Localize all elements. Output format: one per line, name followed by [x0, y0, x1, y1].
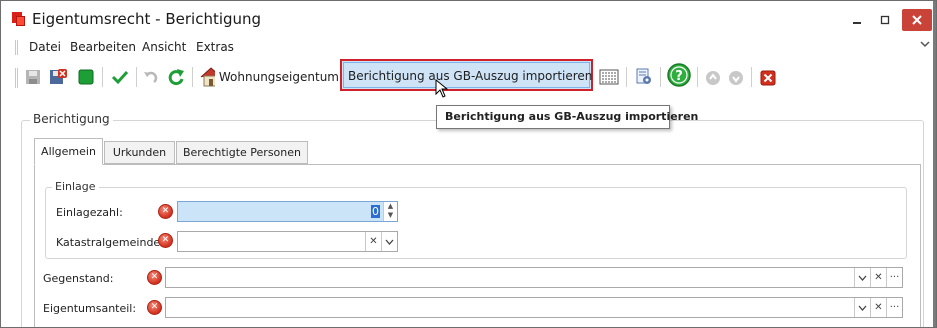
help-icon: ? — [667, 63, 691, 87]
minimize-icon — [853, 22, 861, 24]
ellipsis-icon[interactable]: ··· — [886, 268, 902, 287]
clear-icon[interactable]: ✕ — [870, 268, 886, 287]
red-cross-icon — [760, 70, 776, 86]
error-icon: ✕ — [158, 204, 173, 219]
einlagezahl-label: Einlagezahl: — [56, 206, 123, 219]
help-button[interactable]: ? — [667, 63, 691, 87]
save-disabled-button[interactable] — [25, 66, 41, 88]
mouse-cursor-icon — [435, 79, 449, 98]
einlagezahl-spinner[interactable]: ▲ ▼ — [383, 202, 397, 221]
group-title: Berichtigung — [30, 112, 113, 126]
maximize-button[interactable] — [875, 9, 895, 31]
tab-allgemein[interactable]: Allgemein — [34, 138, 103, 165]
maximize-icon — [880, 15, 890, 25]
katastralgemeinde-combobox[interactable]: ✕ — [177, 231, 398, 252]
undo-icon — [144, 71, 158, 83]
wohnungseigentum-label: Wohnungseigentum — [218, 70, 339, 84]
title-bar: Eigentumsrecht - Berichtigung — [1, 1, 936, 37]
app-icon — [12, 12, 25, 26]
gegenstand-combobox[interactable]: ✕ ··· — [165, 267, 903, 288]
katastralgemeinde-label: Katastralgemeinde: — [56, 236, 164, 249]
refresh-button[interactable] — [166, 66, 186, 88]
refresh-icon — [168, 69, 184, 86]
einlage-group — [45, 187, 907, 259]
menubar-grip — [15, 40, 18, 55]
cancel-button[interactable] — [759, 67, 777, 89]
move-up-button[interactable] — [704, 67, 722, 89]
ellipsis-icon[interactable]: ··· — [886, 298, 902, 317]
window-title: Eigentumsrecht - Berichtigung — [32, 10, 262, 28]
einlagezahl-value: 0 — [371, 205, 380, 218]
menu-ansicht[interactable]: Ansicht — [142, 40, 186, 54]
gegenstand-label: Gegenstand: — [43, 272, 114, 285]
document-view-icon — [636, 68, 651, 84]
minimize-button[interactable] — [847, 9, 867, 31]
close-button[interactable] — [902, 9, 932, 31]
menu-bearbeiten[interactable]: Bearbeiten — [70, 40, 136, 54]
confirm-button[interactable] — [110, 66, 130, 88]
chevron-down-icon[interactable] — [920, 39, 930, 52]
menu-bar: Datei Bearbeiten Ansicht Extras — [1, 37, 936, 57]
tab-urkunden[interactable]: Urkunden — [104, 141, 175, 164]
toolbar-grip — [15, 68, 18, 88]
view-details-button[interactable] — [633, 66, 655, 88]
chevron-down-icon[interactable] — [854, 298, 870, 317]
error-icon: ✕ — [147, 270, 162, 285]
eigentumsanteil-combobox[interactable]: ✕ ··· — [165, 297, 903, 318]
tab-berechtigte-personen[interactable]: Berechtigte Personen — [176, 141, 308, 164]
move-down-button[interactable] — [727, 67, 745, 89]
tooltip: Berichtigung aus GB-Auszug importieren — [436, 105, 698, 129]
undo-button[interactable] — [142, 66, 160, 88]
import-gb-auszug-label: Berichtigung aus GB-Auszug importieren — [348, 69, 593, 83]
chevron-down-icon[interactable] — [854, 268, 870, 287]
arrow-down-circle-icon — [729, 71, 743, 85]
checkmark-icon — [111, 70, 129, 85]
error-icon: ✕ — [147, 300, 162, 315]
app-window: Eigentumsrecht - Berichtigung Datei Bear… — [0, 0, 937, 328]
einlage-title: Einlage — [52, 180, 99, 193]
floppy-delete-icon — [50, 69, 67, 84]
save-close-button[interactable] — [49, 66, 67, 88]
svg-text:?: ? — [675, 69, 683, 84]
green-square-icon — [78, 69, 94, 85]
save-button[interactable] — [77, 66, 95, 88]
clear-icon[interactable]: ✕ — [365, 232, 381, 251]
einlagezahl-input[interactable]: 0 ▲ ▼ — [177, 201, 398, 222]
spin-down-icon: ▼ — [387, 211, 394, 219]
import-gb-auszug-button[interactable]: Berichtigung aus GB-Auszug importieren — [344, 65, 593, 87]
keyboard-icon — [599, 69, 619, 85]
menu-datei[interactable]: Datei — [29, 40, 61, 54]
wohnungseigentum-button[interactable]: Wohnungseigentum — [199, 66, 339, 88]
keyboard-button[interactable] — [598, 66, 620, 88]
arrow-up-circle-icon — [706, 71, 720, 85]
menu-extras[interactable]: Extras — [196, 40, 234, 54]
floppy-icon — [26, 70, 40, 84]
eigentumsanteil-label: Eigentumsanteil: — [43, 302, 137, 315]
close-icon — [912, 15, 922, 25]
clear-icon[interactable]: ✕ — [870, 298, 886, 317]
error-icon: ✕ — [158, 233, 173, 248]
spin-up-icon: ▲ — [387, 202, 394, 210]
house-icon — [200, 67, 215, 87]
chevron-down-icon[interactable] — [381, 232, 397, 251]
